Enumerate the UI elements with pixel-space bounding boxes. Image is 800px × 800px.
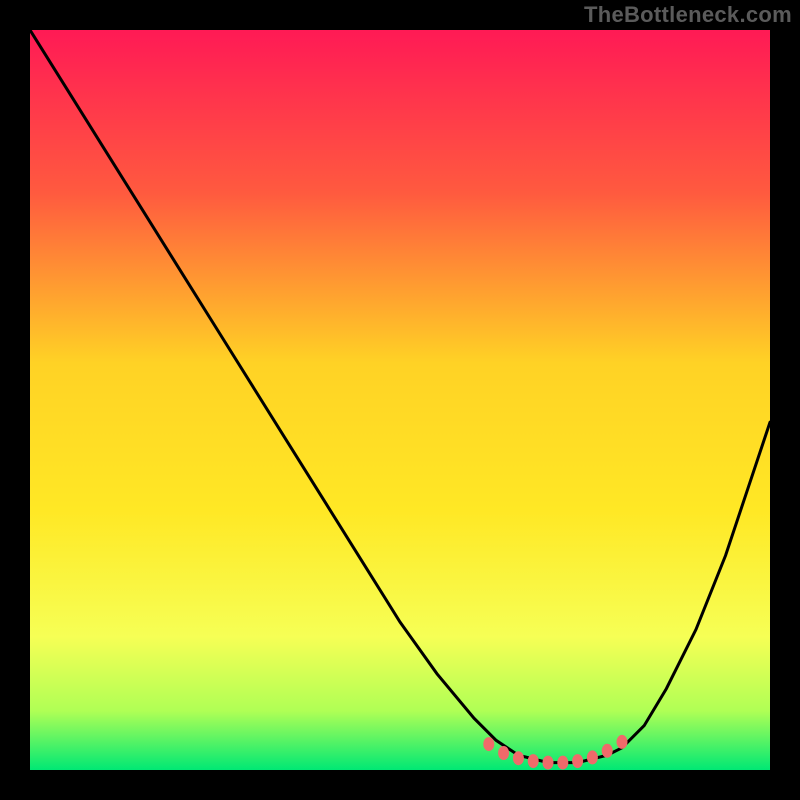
trough-marker	[543, 756, 554, 770]
trough-marker	[528, 754, 539, 768]
trough-marker	[587, 750, 598, 764]
trough-marker	[602, 744, 613, 758]
trough-marker	[498, 746, 509, 760]
trough-marker	[557, 756, 568, 770]
trough-marker	[513, 751, 524, 765]
plot-svg	[30, 30, 770, 770]
chart-frame: TheBottleneck.com	[0, 0, 800, 800]
watermark-text: TheBottleneck.com	[584, 2, 792, 28]
trough-marker	[617, 735, 628, 749]
plot-area	[30, 30, 770, 770]
trough-marker	[483, 737, 494, 751]
trough-marker	[572, 754, 583, 768]
gradient-bg	[30, 30, 770, 770]
